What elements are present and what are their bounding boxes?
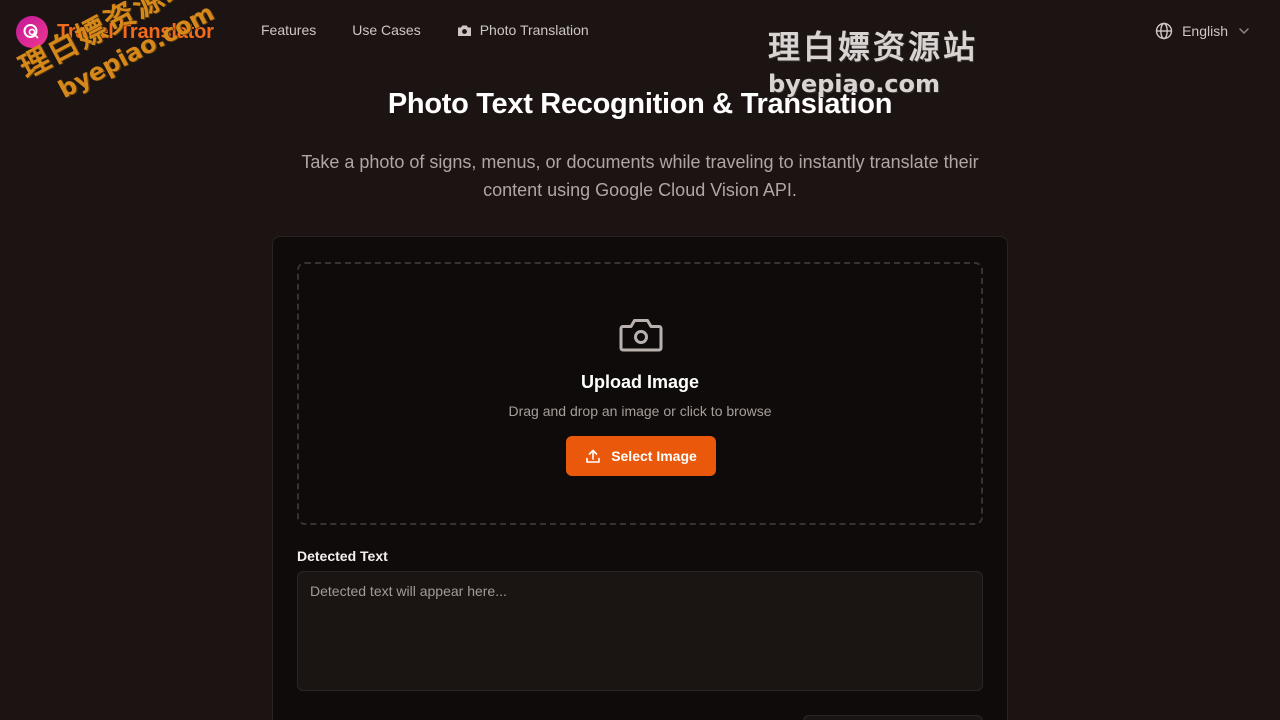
image-dropzone[interactable]: Upload Image Drag and drop an image or c… [297, 262, 983, 525]
nav-features[interactable]: Features [261, 22, 316, 38]
main-nav: Features Use Cases Photo Translation [261, 22, 625, 38]
upload-hint: Drag and drop an image or click to brows… [508, 403, 772, 419]
camera-icon [619, 319, 663, 352]
nav-use-cases[interactable]: Use Cases [352, 22, 420, 38]
language-selector[interactable]: English [1155, 22, 1250, 40]
page-title: Photo Text Recognition & Translation [387, 88, 893, 120]
upload-icon [586, 449, 600, 463]
language-label: English [1182, 23, 1228, 39]
watermark-right: 理白嫖资源站 byepiao.com [768, 28, 979, 98]
globe-icon [1155, 22, 1173, 40]
chevron-down-icon [1239, 28, 1249, 35]
detected-text-area[interactable] [297, 571, 983, 691]
camera-icon [457, 25, 471, 36]
nav-photo-translation[interactable]: Photo Translation [457, 22, 589, 38]
translate-action-button[interactable] [803, 715, 983, 720]
select-image-button[interactable]: Select Image [566, 436, 716, 476]
upload-title: Upload Image [580, 372, 700, 392]
photo-translation-card: Upload Image Drag and drop an image or c… [272, 236, 1008, 720]
page-subtitle: Take a photo of signs, menus, or documen… [301, 152, 979, 200]
detected-text-label: Detected Text [297, 548, 388, 564]
